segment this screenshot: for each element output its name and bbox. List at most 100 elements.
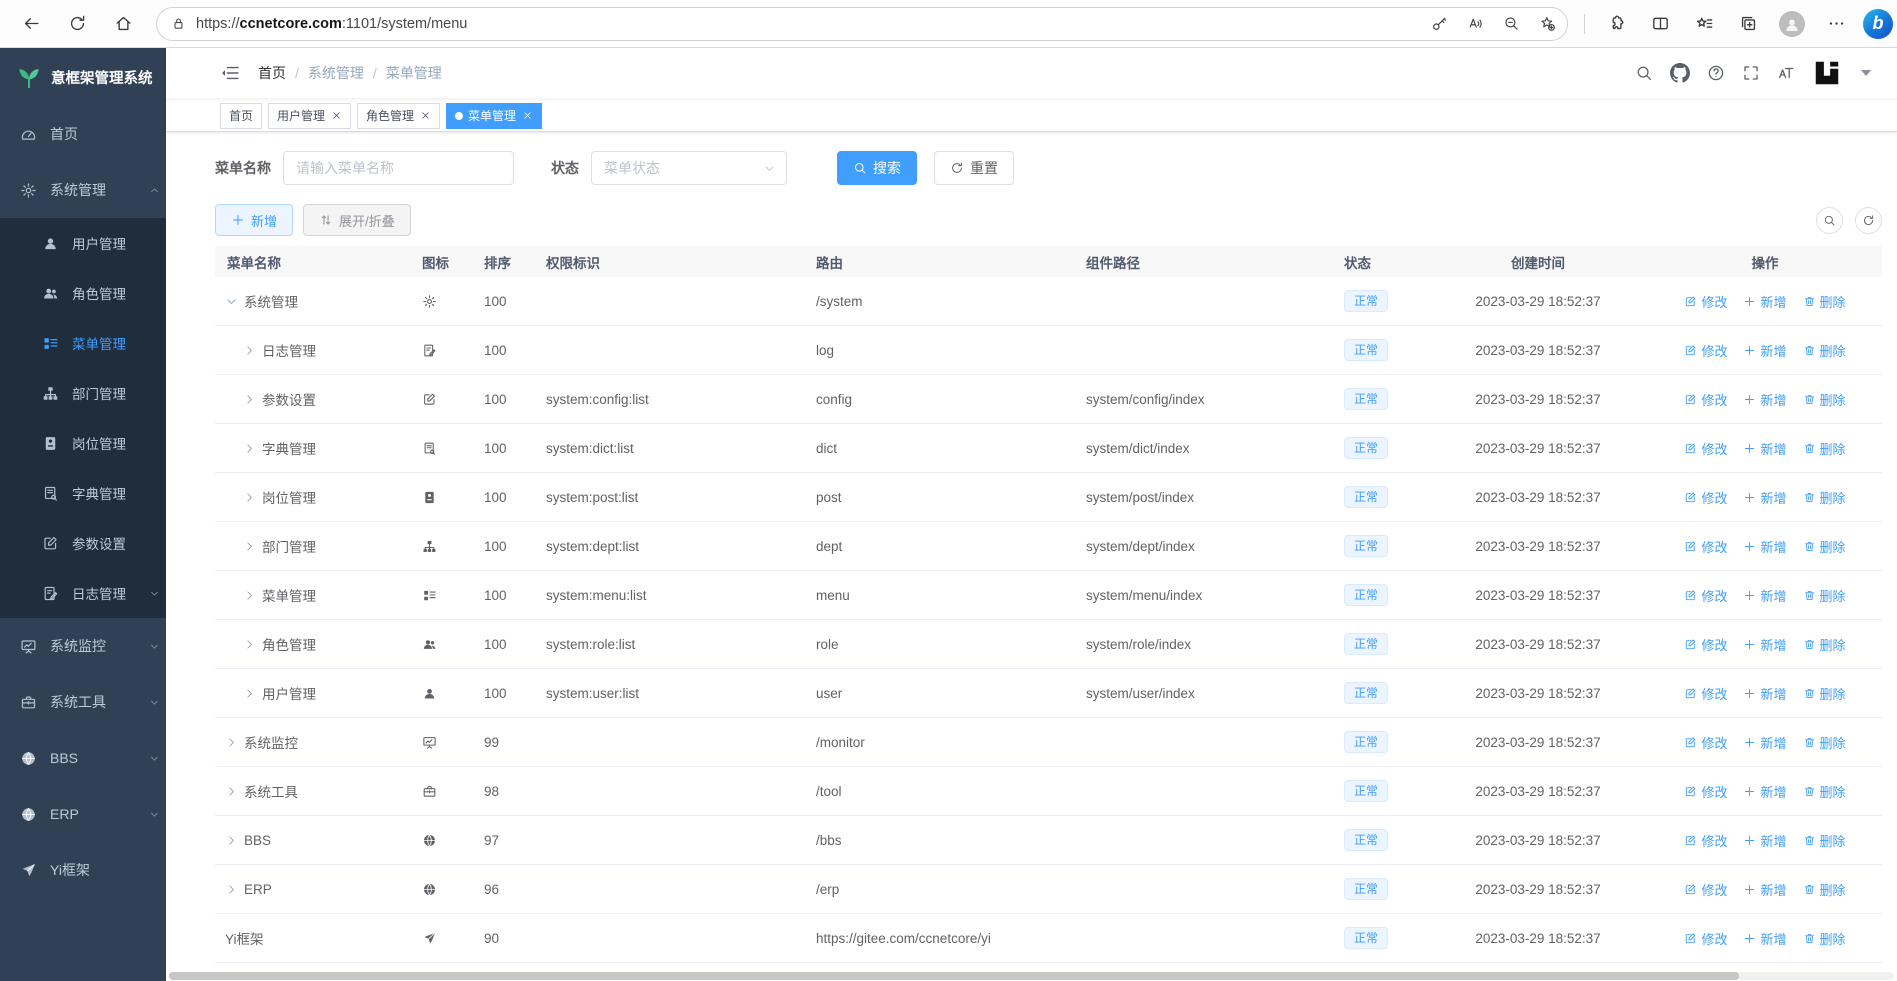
fullscreen-button[interactable] [1742,64,1760,82]
sidebar-item-config[interactable]: 参数设置 [0,518,166,568]
tab-close-icon[interactable] [331,110,342,121]
delete-action-link[interactable]: 删除 [1803,488,1846,507]
sidebar-item-menu[interactable]: 菜单管理 [0,318,166,368]
edit-action-link[interactable]: 修改 [1684,684,1727,703]
zoom-out-button[interactable] [1497,10,1525,38]
delete-action-link[interactable]: 删除 [1803,782,1846,801]
browser-address-bar[interactable]: https://ccnetcore.com:1101/system/menu [156,6,1568,41]
tab-role[interactable]: 角色管理 [357,102,441,129]
github-button[interactable] [1670,63,1690,83]
row-expand-caret[interactable] [243,442,256,455]
sidebar-item-post[interactable]: 岗位管理 [0,418,166,468]
help-button[interactable] [1707,64,1725,82]
delete-action-link[interactable]: 删除 [1803,929,1846,948]
horizontal-scrollbar[interactable] [169,972,1894,980]
extensions-button[interactable] [1599,7,1633,41]
row-expand-caret[interactable] [243,638,256,651]
favorites-button[interactable] [1687,7,1721,41]
sidebar-item-bbs[interactable]: BBS [0,730,166,786]
row-expand-caret[interactable] [243,687,256,700]
edit-action-link[interactable]: 修改 [1684,586,1727,605]
sidebar-item-dict[interactable]: 字典管理 [0,468,166,518]
collections-button[interactable] [1731,7,1765,41]
tab-menu[interactable]: 菜单管理 [446,102,543,129]
url-text[interactable]: https://ccnetcore.com:1101/system/menu [196,16,1425,32]
add-action-link[interactable]: 新增 [1743,635,1787,654]
tab-home[interactable]: 首页 [220,102,263,129]
add-action-link[interactable]: 新增 [1743,439,1787,458]
delete-action-link[interactable]: 删除 [1803,390,1846,409]
add-action-link[interactable]: 新增 [1743,831,1787,850]
sidebar-item-erp[interactable]: ERP [0,786,166,842]
edit-action-link[interactable]: 修改 [1684,733,1727,752]
bing-chat-button[interactable]: b [1863,8,1893,39]
add-action-link[interactable]: 新增 [1743,782,1787,801]
edit-action-link[interactable]: 修改 [1684,341,1727,360]
sidebar-item-yi[interactable]: Yi框架 [0,842,166,898]
scrollbar-thumb[interactable] [169,972,1739,980]
tab-close-icon[interactable] [522,110,533,121]
edit-action-link[interactable]: 修改 [1684,635,1727,654]
sidebar-item-dept[interactable]: 部门管理 [0,368,166,418]
add-action-link[interactable]: 新增 [1743,488,1787,507]
browser-settings-button[interactable] [1819,7,1853,41]
refresh-table-button[interactable] [1855,206,1882,234]
row-expand-caret[interactable] [225,295,238,308]
delete-action-link[interactable]: 删除 [1803,439,1846,458]
split-screen-button[interactable] [1643,7,1677,41]
add-action-link[interactable]: 新增 [1743,929,1787,948]
edit-action-link[interactable]: 修改 [1684,292,1727,311]
browser-refresh-button[interactable] [60,7,94,41]
site-security-lock-icon[interactable] [171,16,186,31]
add-action-link[interactable]: 新增 [1743,390,1787,409]
row-expand-caret[interactable] [225,785,238,798]
edit-action-link[interactable]: 修改 [1684,880,1727,899]
read-aloud-button[interactable] [1461,10,1489,38]
sidebar-item-role[interactable]: 角色管理 [0,268,166,318]
search-button[interactable]: 搜索 [837,151,917,185]
font-size-button[interactable] [1777,64,1795,82]
edit-action-link[interactable]: 修改 [1684,488,1727,507]
row-expand-caret[interactable] [225,883,238,896]
add-action-link[interactable]: 新增 [1743,292,1787,311]
add-action-link[interactable]: 新增 [1743,341,1787,360]
add-action-link[interactable]: 新增 [1743,880,1787,899]
sidebar-item-system[interactable]: 系统管理 [0,162,166,218]
row-expand-caret[interactable] [225,736,238,749]
add-action-link[interactable]: 新增 [1743,537,1787,556]
row-expand-caret[interactable] [243,393,256,406]
add-action-link[interactable]: 新增 [1743,586,1787,605]
edit-action-link[interactable]: 修改 [1684,782,1727,801]
sidebar-item-monitor[interactable]: 系统监控 [0,618,166,674]
expand-collapse-button[interactable]: 展开/折叠 [303,204,411,236]
sidebar-item-user[interactable]: 用户管理 [0,218,166,268]
add-action-link[interactable]: 新增 [1743,733,1787,752]
menu-name-input[interactable] [283,151,514,185]
password-key-button[interactable] [1425,10,1453,38]
edit-action-link[interactable]: 修改 [1684,831,1727,850]
row-expand-caret[interactable] [225,834,238,847]
delete-action-link[interactable]: 删除 [1803,292,1846,311]
edit-action-link[interactable]: 修改 [1684,537,1727,556]
sidebar-item-tool[interactable]: 系统工具 [0,674,166,730]
sidebar-item-home[interactable]: 首页 [0,106,166,162]
browser-back-button[interactable] [14,7,48,41]
user-logo-avatar[interactable] [1812,58,1842,88]
delete-action-link[interactable]: 删除 [1803,831,1846,850]
header-search-button[interactable] [1635,64,1653,82]
delete-action-link[interactable]: 删除 [1803,586,1846,605]
reset-button[interactable]: 重置 [934,151,1014,185]
breadcrumb-item-home[interactable]: 首页 [258,63,286,83]
row-expand-caret[interactable] [243,589,256,602]
row-expand-caret[interactable] [243,540,256,553]
delete-action-link[interactable]: 删除 [1803,880,1846,899]
edit-action-link[interactable]: 修改 [1684,439,1727,458]
row-expand-caret[interactable] [243,491,256,504]
row-expand-caret[interactable] [243,344,256,357]
toggle-search-button[interactable] [1816,206,1843,234]
tab-close-icon[interactable] [420,110,431,121]
sidebar-toggle-button[interactable] [220,63,240,83]
profile-button[interactable] [1775,7,1809,41]
edit-action-link[interactable]: 修改 [1684,390,1727,409]
add-favorite-button[interactable] [1533,10,1561,38]
